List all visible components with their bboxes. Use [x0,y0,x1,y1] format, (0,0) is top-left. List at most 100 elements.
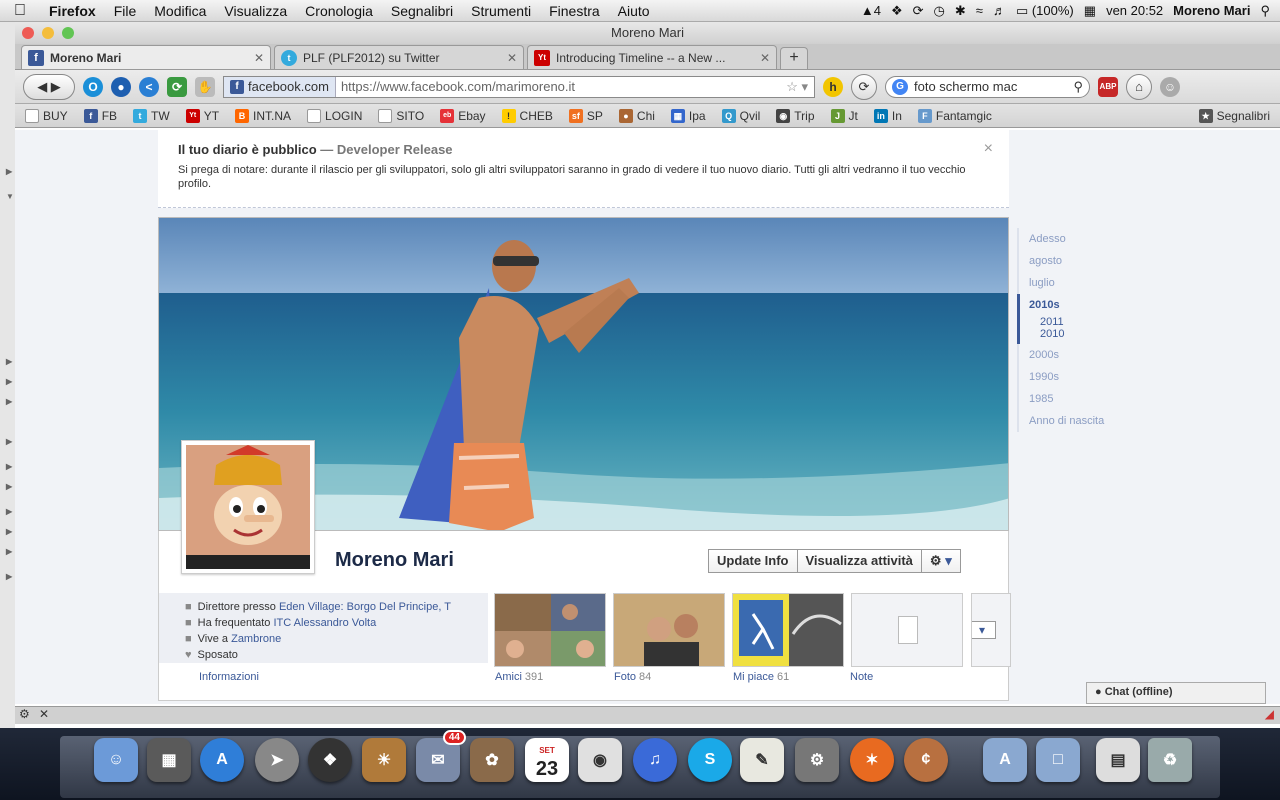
back-forward-button[interactable]: ◀ ▶ [23,73,75,100]
bluetooth-icon[interactable]: ✱ [955,3,966,19]
bookmark-sp[interactable]: sf SP [568,108,603,123]
menu-segnalibri[interactable]: Segnalibri [382,3,462,19]
safari-icon[interactable]: ❖ [308,738,352,782]
timeline-1990s[interactable]: 1990s [1017,366,1137,388]
volume-icon[interactable]: ♬ [993,3,1006,18]
applications-folder-icon[interactable]: A [983,738,1027,782]
bookmark-login[interactable]: LOGIN [307,108,362,123]
adblock-icon[interactable]: ABP [1098,76,1118,97]
photos-tile[interactable] [613,593,725,667]
notes-tile[interactable] [851,593,963,667]
address-bar[interactable]: f facebook.com https://www.facebook.com/… [223,75,815,98]
tab-introducing-timeline[interactable]: Yt Introducing Timeline -- a New ... ✕ [527,45,777,69]
chat-bar[interactable]: ● Chat (offline) [1086,682,1266,704]
wifi-icon[interactable]: ≈ [976,3,983,18]
bookmark-in[interactable]: in In [873,108,902,123]
bookmark-buy[interactable]: BUY [25,108,68,123]
timeline-2011[interactable]: 2011 [1017,316,1137,328]
menu-app-firefox[interactable]: Firefox [40,3,105,19]
bookmark-sito[interactable]: SITO [378,108,424,123]
reload-button[interactable]: ⟳ [851,73,877,100]
apple-menu-icon[interactable]:  [0,2,40,20]
close-window-button[interactable] [22,27,34,39]
update-info-button[interactable]: Update Info [708,549,798,573]
more-tiles-tile[interactable]: ▾ [971,593,1011,667]
trash-icon[interactable]: ♻ [1148,738,1192,782]
hyperlink-addon-icon[interactable]: h [823,76,843,97]
close-icon[interactable]: ✕ [39,707,49,721]
zoom-window-button[interactable] [62,27,74,39]
globe-icon[interactable]: ● [111,76,131,97]
close-tab-icon[interactable]: ✕ [254,51,264,65]
mail-icon[interactable]: ✉ 44 [416,730,466,782]
timeline-2000s[interactable]: 2000s [1017,344,1137,366]
bookmark-trip[interactable]: ◉ Trip [776,108,815,123]
user-name[interactable]: Moreno Mari [1173,3,1250,18]
url-text[interactable]: https://www.facebook.com/marimoreno.it [336,79,786,94]
search-input[interactable]: foto schermo mac [914,79,1067,94]
friends-tile[interactable] [494,593,606,667]
menu-cronologia[interactable]: Cronologia [296,3,382,19]
close-tab-icon[interactable]: ✕ [507,51,517,65]
bookmark-jt[interactable]: J Jt [830,108,858,123]
system-preferences-icon[interactable]: ⚙ [795,738,839,782]
adobe-icon[interactable]: ▲4 [861,3,881,18]
view-activity-button[interactable]: Visualizza attività [796,549,922,573]
addon-icon[interactable]: ☺ [1160,76,1180,97]
home-button[interactable]: ⌂ [1126,73,1152,100]
firefox-icon[interactable]: ✶ [850,738,894,782]
site-identity-button[interactable]: f facebook.com [224,76,336,97]
bookmarks-menu-button[interactable]: ★ Segnalibri [1198,108,1270,123]
time-machine-icon[interactable]: ◷ [934,3,945,19]
timeline-july[interactable]: luglio [1017,272,1137,294]
menu-file[interactable]: File [105,3,146,19]
timeline-now[interactable]: Adesso [1017,228,1137,250]
chevron-down-icon[interactable]: ▾ [972,621,996,639]
coin-icon[interactable]: ¢ [904,738,948,782]
bookmark-fantamgic[interactable]: F Fantamgic [917,108,992,123]
launchpad-icon[interactable]: ➤ [255,738,299,782]
clock[interactable]: ven 20:52 [1106,3,1163,18]
profile-picture[interactable] [181,440,315,574]
photos-label[interactable]: Foto 84 [614,671,651,683]
minimize-window-button[interactable] [42,27,54,39]
finder-icon[interactable]: ☺ [94,738,138,782]
city-link[interactable]: Zambrone [231,633,281,645]
notes-label[interactable]: Note [850,671,873,683]
timeline-2010s[interactable]: 2010s [1017,294,1137,316]
resize-grip-icon[interactable]: ◢ [1265,707,1274,721]
new-tab-button[interactable]: + [780,47,808,69]
school-link[interactable]: ITC Alessandro Volta [274,617,377,629]
tab-moreno-mari[interactable]: f Moreno Mari ✕ [21,45,271,69]
calendar-icon[interactable]: ▦ [1084,3,1096,19]
reload-addon-icon[interactable]: ⟳ [167,76,187,97]
timeline-1985[interactable]: 1985 [1017,388,1137,410]
zip-file-icon[interactable]: ▤ [1096,738,1140,782]
documents-folder-icon[interactable]: □ [1036,738,1080,782]
settings-dropdown-button[interactable]: ⚙ ▾ [920,549,961,573]
dropbox-icon[interactable]: ❖ [891,3,903,19]
photo-booth-icon[interactable]: ◉ [578,738,622,782]
bookmark-ebay[interactable]: eb Ebay [440,108,486,123]
dashboard-icon[interactable]: ▦ [147,738,191,782]
profile-name[interactable]: Moreno Mari [335,549,454,572]
bookmark-qvil[interactable]: Q Qvil [721,108,760,123]
textedit-icon[interactable]: ✎ [740,738,784,782]
timeline-august[interactable]: agosto [1017,250,1137,272]
bookmark-intna[interactable]: B INT.NA [235,108,291,123]
search-box[interactable]: G foto schermo mac ⚲ [885,75,1090,98]
app-store-icon[interactable]: A [200,738,244,782]
google-icon[interactable]: G [892,78,908,95]
share-icon[interactable]: < [139,76,159,97]
iphoto-icon[interactable]: ☀ [362,738,406,782]
gear-icon[interactable]: ⚙ [19,707,30,721]
bookmark-ipa[interactable]: ▦ Ipa [670,108,706,123]
window-titlebar[interactable]: Moreno Mari [15,22,1280,44]
info-link[interactable]: Informazioni [199,671,259,683]
menu-modifica[interactable]: Modifica [145,3,215,19]
itunes-icon[interactable]: ♫ [633,738,677,782]
calendar-icon[interactable]: SET 23 [525,738,569,782]
bookmark-chi[interactable]: ● Chi [618,108,655,123]
timeline-2010[interactable]: 2010 [1017,328,1137,344]
sync-icon[interactable]: ⟳ [913,3,924,19]
